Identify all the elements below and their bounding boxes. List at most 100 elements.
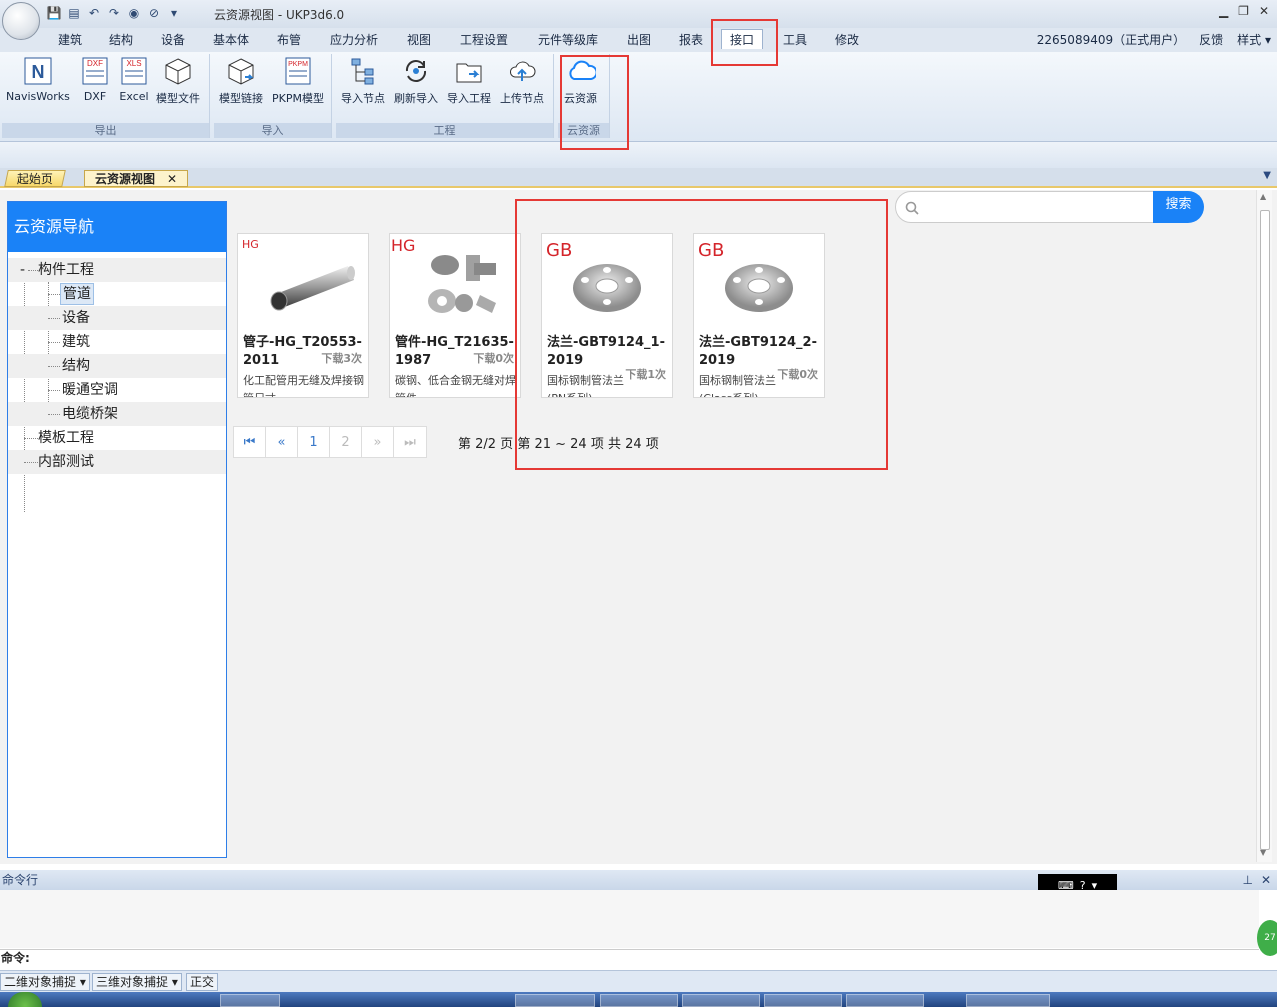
tab-piping[interactable]: 布管 — [277, 31, 301, 48]
tab-architecture[interactable]: 建筑 — [58, 31, 82, 48]
undo-icon[interactable]: ↶ — [86, 5, 102, 21]
tab-interface[interactable]: 接口 — [721, 29, 764, 49]
tree-node-template[interactable]: 模板工程 — [8, 426, 226, 450]
excel-icon-text: XLS — [126, 59, 141, 68]
close-tab-icon[interactable]: ✕ — [167, 172, 177, 186]
taskbar-item[interactable] — [682, 994, 760, 1007]
eye-icon[interactable]: ◉ — [126, 5, 142, 21]
upload-node-button[interactable]: 上传节点 — [500, 56, 544, 106]
first-page-button[interactable]: ⏮ — [234, 427, 266, 457]
card-description: 碳钢、低合金钢无缝对焊管件 — [395, 374, 516, 397]
window-title: 云资源视图 - UKP3d6.0 — [214, 8, 345, 22]
tab-structure[interactable]: 结构 — [109, 31, 133, 48]
model-link-button[interactable]: 模型链接 — [219, 56, 263, 106]
tab-tools[interactable]: 工具 — [783, 31, 807, 48]
scroll-down-icon[interactable]: ▼ — [1260, 848, 1266, 857]
qat-dropdown-icon[interactable]: ▾ — [166, 5, 182, 21]
tree-node-internal-test[interactable]: 内部测试 — [8, 450, 226, 474]
resource-card[interactable]: GB 法兰-GBT9124_2-2019 下载0次 国标钢制管法兰(Class系… — [693, 233, 825, 398]
feedback-link[interactable]: 反馈 — [1199, 31, 1223, 48]
osnap-3d-toggle[interactable]: 三维对象捕捉 ▾ — [92, 973, 182, 991]
standard-tag: HG — [391, 236, 416, 255]
tab-modify[interactable]: 修改 — [835, 31, 859, 48]
minimize-button[interactable]: ▁ — [1219, 4, 1228, 18]
pkpm-model-button[interactable]: PKPM PKPM模型 — [272, 56, 324, 106]
scroll-up-icon[interactable]: ▲ — [1260, 192, 1266, 201]
ortho-toggle[interactable]: 正交 — [186, 973, 219, 991]
node-tree-icon — [348, 56, 378, 86]
tab-cloud-resource-view[interactable]: 云资源视图 ✕ — [84, 170, 189, 187]
resource-card[interactable]: HG 管子-HG_T20553-2011 下载3次 化工配管用无缝及焊接钢管尺寸 — [237, 233, 369, 398]
model-file-button[interactable]: 模型文件 — [156, 56, 200, 106]
status-bar: 二维对象捕捉 ▾ 三维对象捕捉 ▾ 正交 — [0, 970, 1277, 992]
tab-reports[interactable]: 报表 — [679, 31, 703, 48]
refresh-import-button[interactable]: 刷新导入 — [394, 56, 438, 106]
tree-node-building[interactable]: 建筑 — [8, 330, 226, 354]
search-button[interactable]: 搜索 — [1153, 191, 1204, 223]
taskbar-item[interactable] — [600, 994, 678, 1007]
tab-stress-analysis[interactable]: 应力分析 — [330, 31, 378, 48]
style-menu[interactable]: 样式 ▾ — [1237, 31, 1271, 48]
taskbar-item[interactable] — [764, 994, 842, 1007]
page-1-button[interactable]: 1 — [298, 427, 330, 457]
scrollbar-thumb[interactable] — [1260, 210, 1270, 850]
tree-node-components[interactable]: - 构件工程 — [8, 258, 226, 282]
next-page-button[interactable]: » — [362, 427, 394, 457]
close-button[interactable]: ✕ — [1259, 4, 1269, 18]
prev-page-button[interactable]: « — [266, 427, 298, 457]
tab-drawing[interactable]: 出图 — [627, 31, 651, 48]
notification-badge[interactable]: 27 — [1257, 920, 1277, 956]
tree-node-hvac[interactable]: 暖通空调 — [8, 378, 226, 402]
save-icon[interactable]: 💾 — [46, 5, 62, 21]
tree-line — [48, 318, 60, 319]
taskbar-item[interactable] — [846, 994, 924, 1007]
resource-card[interactable]: GB 法兰-GBT9124_1-2019 下载1次 国标钢制管法兰(PN系列) — [541, 233, 673, 398]
import-project-button[interactable]: 导入工程 — [447, 56, 491, 106]
tree-label-selected: 管道 — [60, 283, 94, 305]
tab-primitives[interactable]: 基本体 — [213, 31, 249, 48]
tab-start-page[interactable]: 起始页 — [4, 170, 66, 187]
user-account[interactable]: 2265089409（正式用户） — [1037, 31, 1185, 48]
search-input[interactable] — [895, 191, 1155, 223]
content-scrollbar[interactable]: ▲ ▼ — [1256, 190, 1272, 862]
close-panel-icon[interactable]: ✕ — [1261, 870, 1271, 890]
model-link-label: 模型链接 — [219, 92, 263, 105]
page-2-button[interactable]: 2 — [330, 427, 362, 457]
download-count: 下载0次 — [777, 368, 818, 381]
ribbon-group-project: 导入节点 刷新导入 导入工程 上传节点 工程 — [336, 54, 554, 138]
resource-card[interactable]: HG 管件-HG_T21635-1987 下载0次 碳钢、低合金钢无缝对焊管件 — [389, 233, 521, 398]
restore-button[interactable]: ❐ — [1238, 4, 1249, 18]
tree-label: 结构 — [62, 358, 90, 374]
app-menu-button[interactable] — [2, 2, 40, 40]
excel-button[interactable]: XLS Excel — [119, 56, 149, 103]
start-button[interactable] — [8, 992, 42, 1007]
tree-expander-icon[interactable]: - — [20, 258, 25, 282]
taskbar-item[interactable] — [966, 994, 1050, 1007]
refresh-icon — [401, 56, 431, 86]
tree-node-pipe[interactable]: 管道 — [8, 282, 226, 306]
tab-component-library[interactable]: 元件等级库 — [538, 31, 598, 48]
tab-list-dropdown-icon[interactable]: ▼ — [1263, 170, 1271, 181]
navisworks-button[interactable]: N NavisWorks — [6, 56, 70, 103]
tab-view[interactable]: 视图 — [407, 31, 431, 48]
taskbar-item[interactable] — [515, 994, 595, 1007]
pin-icon[interactable]: ⊥ — [1243, 870, 1253, 890]
tree-node-cable-tray[interactable]: 电缆桥架 — [8, 402, 226, 426]
cloud-resource-button[interactable]: 云资源 — [564, 56, 597, 106]
tree-node-structure[interactable]: 结构 — [8, 354, 226, 378]
hide-icon[interactable]: ⊘ — [146, 5, 162, 21]
redo-icon[interactable]: ↷ — [106, 5, 122, 21]
taskbar-item[interactable] — [220, 994, 280, 1007]
osnap-2d-toggle[interactable]: 二维对象捕捉 ▾ — [0, 973, 90, 991]
command-input[interactable]: 命令: — [0, 949, 1259, 967]
folder-icon — [454, 56, 484, 86]
tab-project-settings[interactable]: 工程设置 — [460, 31, 508, 48]
import-node-button[interactable]: 导入节点 — [341, 56, 385, 106]
save-as-icon[interactable]: ▤ — [66, 5, 82, 21]
tab-equipment[interactable]: 设备 — [161, 31, 185, 48]
download-count: 下载3次 — [321, 352, 362, 365]
dxf-button[interactable]: DXF DXF — [80, 56, 110, 103]
window-controls: ▁ ❐ ✕ — [1219, 4, 1269, 18]
last-page-button[interactable]: ⏭ — [394, 427, 426, 457]
tree-node-equipment[interactable]: 设备 — [8, 306, 226, 330]
